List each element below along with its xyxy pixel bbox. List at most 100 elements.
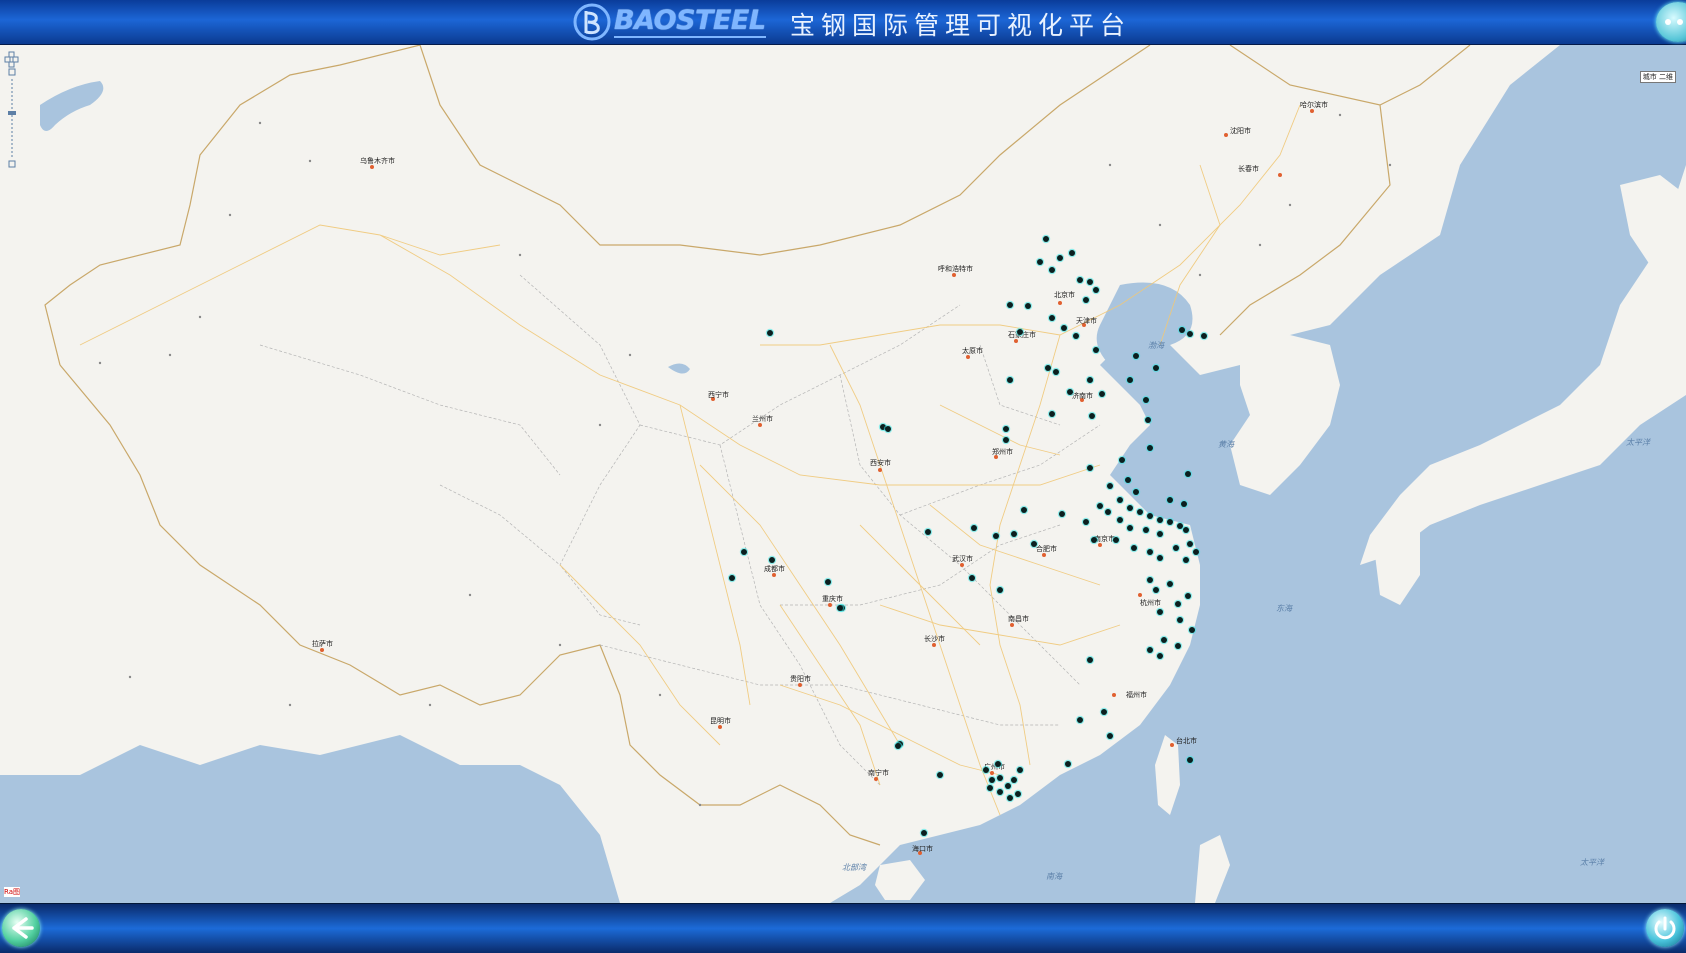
business-marker[interactable]: [1189, 627, 1195, 633]
business-marker[interactable]: [1131, 545, 1137, 551]
business-marker[interactable]: [1025, 303, 1031, 309]
business-marker[interactable]: [1175, 643, 1181, 649]
business-marker[interactable]: [1077, 717, 1083, 723]
business-marker[interactable]: [1021, 507, 1027, 513]
business-marker[interactable]: [741, 549, 747, 555]
business-marker[interactable]: [825, 579, 831, 585]
business-marker[interactable]: [1119, 457, 1125, 463]
business-marker[interactable]: [1143, 527, 1149, 533]
business-marker[interactable]: [767, 330, 773, 336]
business-marker[interactable]: [1057, 255, 1063, 261]
business-marker[interactable]: [1073, 333, 1079, 339]
business-marker[interactable]: [1067, 389, 1073, 395]
business-marker[interactable]: [1097, 503, 1103, 509]
business-marker[interactable]: [983, 767, 989, 773]
business-marker[interactable]: [1089, 413, 1095, 419]
business-marker[interactable]: [1157, 517, 1163, 523]
business-marker[interactable]: [1125, 477, 1131, 483]
zoom-pan-icon[interactable]: [4, 51, 20, 171]
business-marker[interactable]: [895, 743, 901, 749]
business-marker[interactable]: [1083, 297, 1089, 303]
business-marker[interactable]: [987, 785, 993, 791]
business-marker[interactable]: [1003, 426, 1009, 432]
business-marker[interactable]: [1177, 617, 1183, 623]
business-marker[interactable]: [1065, 761, 1071, 767]
business-marker[interactable]: [1117, 517, 1123, 523]
business-marker[interactable]: [1167, 497, 1173, 503]
business-marker[interactable]: [1107, 733, 1113, 739]
business-marker[interactable]: [1101, 709, 1107, 715]
business-marker[interactable]: [1167, 519, 1173, 525]
business-marker[interactable]: [1011, 531, 1017, 537]
map-type-switch[interactable]: 城市 二维: [1639, 71, 1676, 83]
business-marker[interactable]: [1061, 325, 1067, 331]
business-marker[interactable]: [997, 789, 1003, 795]
business-marker[interactable]: [1201, 333, 1207, 339]
business-marker[interactable]: [1167, 581, 1173, 587]
business-marker[interactable]: [1005, 783, 1011, 789]
business-marker[interactable]: [1173, 545, 1179, 551]
business-marker[interactable]: [937, 772, 943, 778]
business-marker[interactable]: [1087, 657, 1093, 663]
business-marker[interactable]: [1127, 377, 1133, 383]
business-marker[interactable]: [1143, 397, 1149, 403]
map-svg[interactable]: 渤海 黄海 东海 太平洋 北部湾 南海 太平洋 乌鲁木齐市 呼和浩特市 北京市 …: [0, 45, 1686, 903]
business-marker[interactable]: [1145, 417, 1151, 423]
business-marker[interactable]: [993, 533, 999, 539]
power-button[interactable]: [1646, 909, 1684, 947]
business-marker[interactable]: [1069, 250, 1075, 256]
business-marker[interactable]: [1017, 329, 1023, 335]
business-marker[interactable]: [1147, 549, 1153, 555]
business-marker[interactable]: [1091, 537, 1097, 543]
business-marker[interactable]: [1177, 523, 1183, 529]
business-marker[interactable]: [1011, 777, 1017, 783]
back-button[interactable]: [2, 909, 40, 947]
business-marker[interactable]: [1015, 791, 1021, 797]
business-marker[interactable]: [1133, 489, 1139, 495]
business-marker[interactable]: [1007, 795, 1013, 801]
business-marker[interactable]: [925, 529, 931, 535]
business-marker[interactable]: [1093, 347, 1099, 353]
business-marker[interactable]: [1117, 497, 1123, 503]
business-marker[interactable]: [1049, 411, 1055, 417]
business-marker[interactable]: [1045, 365, 1051, 371]
business-marker[interactable]: [1187, 541, 1193, 547]
business-marker[interactable]: [1179, 327, 1185, 333]
business-marker[interactable]: [1127, 505, 1133, 511]
business-marker[interactable]: [1157, 653, 1163, 659]
business-marker[interactable]: [1087, 279, 1093, 285]
business-marker[interactable]: [1187, 331, 1193, 337]
business-marker[interactable]: [1007, 377, 1013, 383]
business-marker[interactable]: [1157, 555, 1163, 561]
business-marker[interactable]: [1093, 287, 1099, 293]
business-marker[interactable]: [1049, 315, 1055, 321]
business-marker[interactable]: [1037, 259, 1043, 265]
business-marker[interactable]: [1153, 587, 1159, 593]
business-marker[interactable]: [1185, 593, 1191, 599]
business-marker[interactable]: [1175, 601, 1181, 607]
business-marker[interactable]: [1147, 513, 1153, 519]
zoom-control[interactable]: [4, 51, 20, 171]
business-marker[interactable]: [885, 426, 891, 432]
business-marker[interactable]: [1087, 465, 1093, 471]
business-marker[interactable]: [1193, 549, 1199, 555]
business-marker[interactable]: [1107, 483, 1113, 489]
business-marker[interactable]: [1147, 577, 1153, 583]
business-marker[interactable]: [997, 775, 1003, 781]
business-marker[interactable]: [729, 575, 735, 581]
business-marker[interactable]: [1127, 525, 1133, 531]
business-marker[interactable]: [1003, 437, 1009, 443]
business-marker[interactable]: [1153, 365, 1159, 371]
business-marker[interactable]: [1059, 511, 1065, 517]
business-marker[interactable]: [1181, 501, 1187, 507]
business-marker[interactable]: [1185, 471, 1191, 477]
business-marker[interactable]: [1017, 767, 1023, 773]
business-marker[interactable]: [971, 525, 977, 531]
business-marker[interactable]: [1007, 302, 1013, 308]
business-marker[interactable]: [1105, 509, 1111, 515]
business-marker[interactable]: [969, 575, 975, 581]
business-marker[interactable]: [989, 777, 995, 783]
map-canvas[interactable]: 渤海 黄海 东海 太平洋 北部湾 南海 太平洋 乌鲁木齐市 呼和浩特市 北京市 …: [0, 45, 1686, 903]
business-marker[interactable]: [1049, 267, 1055, 273]
business-marker[interactable]: [1133, 353, 1139, 359]
